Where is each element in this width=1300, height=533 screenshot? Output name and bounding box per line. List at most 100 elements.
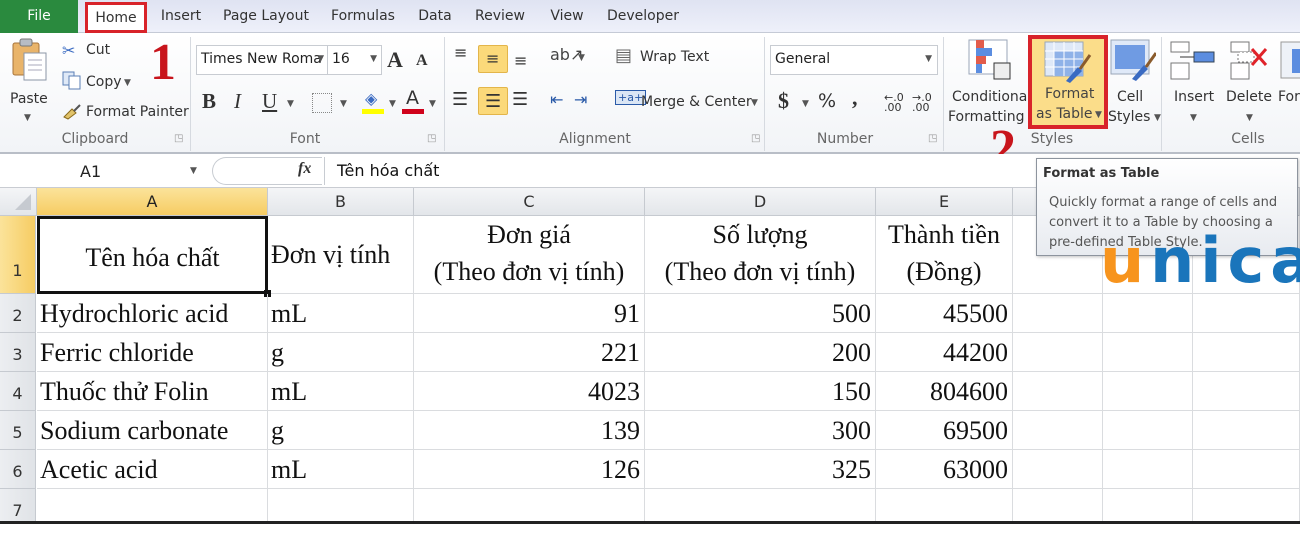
tab-data[interactable]: Data [410,0,460,33]
cell-e4[interactable]: 804600 [876,372,1013,411]
cell-a3[interactable]: Ferric chloride [37,333,268,372]
cell-d7[interactable] [645,489,876,524]
column-header-e[interactable]: E [876,188,1013,216]
underline-dropdown-icon[interactable]: ▼ [287,99,294,109]
name-box[interactable]: A1 ▼ [0,157,206,185]
fill-color-dropdown-icon[interactable]: ▼ [389,99,396,109]
font-launcher-icon[interactable]: ◳ [427,133,436,144]
cell-d4[interactable]: 150 [645,372,876,411]
column-header-a[interactable]: A [37,188,268,216]
font-size-select[interactable]: 16 ▼ [327,45,382,75]
cell-e1[interactable]: Thành tiền (Đồng) [876,216,1013,294]
column-header-c[interactable]: C [414,188,645,216]
cell-f3[interactable] [1013,333,1103,372]
cell-g5[interactable] [1103,411,1193,450]
increase-indent-icon[interactable]: ⇥ [574,90,587,109]
copy-dropdown-icon[interactable]: ▼ [124,78,131,88]
row-header-1[interactable]: 1 [0,216,36,294]
cell-g7[interactable] [1103,489,1193,524]
row-header-3[interactable]: 3 [0,333,36,372]
cell-f6[interactable] [1013,450,1103,489]
cell-c3[interactable]: 221 [414,333,645,372]
tab-review[interactable]: Review [466,0,534,33]
tab-file[interactable]: File [0,0,78,33]
shrink-font-button[interactable]: A [416,52,428,70]
cell-a6[interactable]: Acetic acid [37,450,268,489]
row-header-7[interactable]: 7 [0,489,36,524]
fill-color-button[interactable]: ◈ [362,89,384,115]
cell-b5[interactable]: g [268,411,414,450]
align-left-icon[interactable]: ☰ [452,89,468,110]
cell-d1[interactable]: Số lượng (Theo đơn vị tính) [645,216,876,294]
row-header-6[interactable]: 6 [0,450,36,489]
format-as-table-button[interactable]: Format as Table ▼ [1028,35,1108,129]
cell-h2[interactable] [1193,294,1300,333]
currency-button[interactable]: $ [778,88,789,114]
clipboard-launcher-icon[interactable]: ◳ [174,133,183,144]
column-header-b[interactable]: B [268,188,414,216]
cut-button[interactable]: ✂ Cut [62,41,152,63]
cell-d2[interactable]: 500 [645,294,876,333]
cell-b7[interactable] [268,489,414,524]
cell-c7[interactable] [414,489,645,524]
cell-c6[interactable]: 126 [414,450,645,489]
row-header-5[interactable]: 5 [0,411,36,450]
format-painter-button[interactable]: Format Painter [62,101,189,123]
cell-c4[interactable]: 4023 [414,372,645,411]
cell-a2[interactable]: Hydrochloric acid [37,294,268,333]
paste-dropdown-icon[interactable]: ▼ [24,113,31,123]
align-center-button[interactable]: ☰ [478,87,508,115]
column-header-d[interactable]: D [645,188,876,216]
align-bottom-icon[interactable]: ≡ [514,51,527,70]
cell-d5[interactable]: 300 [645,411,876,450]
cell-g6[interactable] [1103,450,1193,489]
cell-c2[interactable]: 91 [414,294,645,333]
increase-decimal-icon[interactable]: ←.0.00 [884,92,904,113]
align-right-icon[interactable]: ☰ [512,89,528,110]
cell-h6[interactable] [1193,450,1300,489]
tab-developer[interactable]: Developer [600,0,686,33]
cell-e3[interactable]: 44200 [876,333,1013,372]
cell-d6[interactable]: 325 [645,450,876,489]
merge-center-button[interactable]: +a+ Merge & Center ▼ [615,90,765,115]
grow-font-button[interactable]: A [387,47,403,73]
decrease-decimal-icon[interactable]: →.0.00 [912,92,932,113]
cell-b1[interactable]: Đơn vị tính [268,216,414,294]
bold-button[interactable]: B [202,89,216,114]
comma-button[interactable]: , [852,85,858,111]
row-header-4[interactable]: 4 [0,372,36,411]
font-name-select[interactable]: Times New Roma ▼ [196,45,328,75]
cell-d3[interactable]: 200 [645,333,876,372]
decrease-indent-icon[interactable]: ⇤ [550,90,563,109]
cell-g3[interactable] [1103,333,1193,372]
font-color-dropdown-icon[interactable]: ▼ [429,99,436,109]
borders-icon[interactable] [312,93,332,113]
cell-f4[interactable] [1013,372,1103,411]
delete-cells-button[interactable]: Delete ▼ [1224,37,1278,125]
cell-b3[interactable]: g [268,333,414,372]
underline-button[interactable]: U [262,89,277,114]
cell-g2[interactable] [1103,294,1193,333]
align-top-icon[interactable]: ≡ [454,43,467,62]
cell-styles-button[interactable]: Cell Styles ▼ [1108,37,1161,125]
cell-a1-selected[interactable]: Tên hóa chất [37,216,268,294]
cell-f7[interactable] [1013,489,1103,524]
cell-e7[interactable] [876,489,1013,524]
cell-h7[interactable] [1193,489,1300,524]
tab-home[interactable]: Home [85,2,147,33]
name-box-dropdown-icon[interactable]: ▼ [190,166,197,176]
cell-e5[interactable]: 69500 [876,411,1013,450]
alignment-launcher-icon[interactable]: ◳ [751,133,760,144]
cell-e6[interactable]: 63000 [876,450,1013,489]
cell-b4[interactable]: mL [268,372,414,411]
cell-f5[interactable] [1013,411,1103,450]
tab-insert[interactable]: Insert [152,0,210,33]
copy-button[interactable]: Copy ▼ [62,71,152,93]
currency-dropdown-icon[interactable]: ▼ [802,99,809,109]
paste-button[interactable]: Paste ▼ [8,37,52,127]
cell-a5[interactable]: Sodium carbonate [37,411,268,450]
tab-formulas[interactable]: Formulas [322,0,404,33]
orientation-dropdown-icon[interactable]: ▼ [578,53,585,63]
cell-e2[interactable]: 45500 [876,294,1013,333]
cell-c1[interactable]: Đơn giá (Theo đơn vị tính) [414,216,645,294]
